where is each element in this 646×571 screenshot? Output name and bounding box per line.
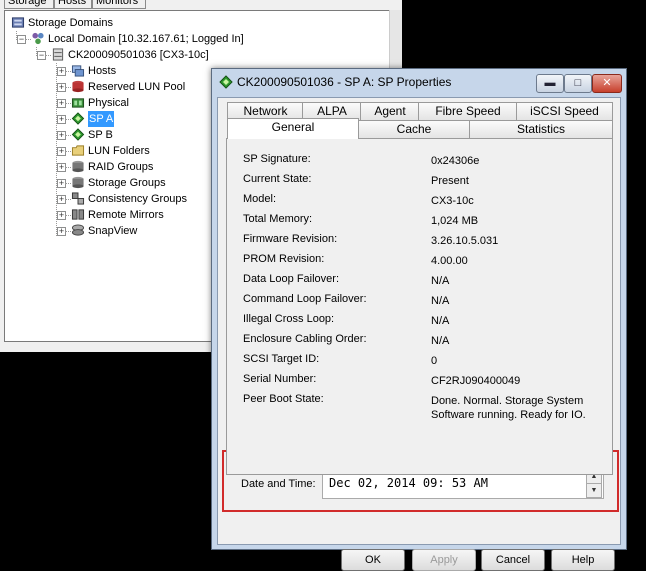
tree-item-label: Reserved LUN Pool [88,81,186,93]
tab-fibre-speed[interactable]: Fibre Speed [418,102,518,120]
property-label: Total Memory: [243,213,313,225]
sp-properties-dialog: CK200090501036 - SP A: SP Properties ▬ □… [211,68,627,571]
ok-button[interactable]: OK [341,549,405,571]
cancel-button[interactable]: Cancel [481,549,545,571]
consistency-icon [71,192,85,205]
spin-down-button[interactable]: ▼ [586,483,602,498]
lun-pool-icon [72,80,84,93]
physical-icon [71,98,85,108]
apply-button[interactable]: Apply [412,549,476,571]
tree-item-label: Local Domain [10.32.167.61; Logged In] [48,33,244,45]
sp-diamond-icon [219,75,233,89]
tab-hosts[interactable]: Hosts [54,0,92,9]
property-label: Peer Boot State: [243,393,324,405]
property-value: 0x24306e [431,155,480,167]
disk-stack-icon [72,176,84,189]
tree-item-label: Remote Mirrors [88,209,164,221]
property-label: Enclosure Cabling Order: [243,333,367,345]
property-value: 3.26.10.5.031 [431,235,499,247]
tree-item-label: LUN Folders [88,145,150,157]
minimize-icon: ▬ [544,77,556,89]
tree-item-label: Physical [88,97,129,109]
dialog-titlebar[interactable]: CK200090501036 - SP A: SP Properties ▬ □… [212,69,626,97]
property-label: Current State: [243,173,312,185]
tree-item-label: CK200090501036 [CX3-10c] [68,49,209,61]
spin-down-icon: ▼ [590,487,598,494]
tab-statistics[interactable]: Statistics [469,120,613,138]
property-label: Data Loop Failover: [243,273,339,285]
property-value: N/A [431,275,450,287]
tab-monitors[interactable]: Monitors [92,0,146,9]
property-value: Done. Normal. Storage System Software ru… [431,395,586,421]
minimize-button[interactable]: ▬ [536,74,564,93]
hosts-icon [71,65,85,77]
property-label: Command Loop Failover: [243,293,367,305]
storage-system-icon [52,48,64,61]
disk-stack-icon [72,160,84,173]
property-value: 4.00.00 [431,255,468,267]
mirror-icon [71,209,85,220]
tree-item-label: SP A [88,111,115,127]
folder-icon [71,145,85,156]
tree-item-label: SP B [88,129,113,141]
property-label: Model: [243,193,277,205]
tree-item-label: Storage Domains [28,17,113,29]
datetime-label: Date and Time: [241,478,316,490]
tab-general[interactable]: General [227,118,359,139]
tab-iscsi-speed[interactable]: iSCSI Speed [516,102,613,120]
help-button[interactable]: Help [551,549,615,571]
tree-item-label: Consistency Groups [88,193,188,205]
property-label: SCSI Target ID: [243,353,320,365]
property-label: Serial Number: [243,373,317,385]
property-label: PROM Revision: [243,253,325,265]
property-value: 0 [431,355,438,367]
property-value: N/A [431,335,450,347]
close-button[interactable]: ✕ [592,74,622,93]
maximize-button[interactable]: □ [564,74,592,93]
tab-storage[interactable]: Storage [4,0,54,9]
property-value: Present [431,175,469,187]
general-tab-page: SP Signature: 0x24306e Current State: Prese… [226,138,613,475]
close-icon: ✕ [602,77,612,89]
property-value: 1,024 MB [431,215,479,227]
property-label: Illegal Cross Loop: [243,313,335,325]
tree-item-label: RAID Groups [88,161,154,173]
property-value: N/A [431,295,450,307]
property-label: SP Signature: [243,153,311,165]
tree-item-label: SnapView [88,225,138,237]
property-label: Firmware Revision: [243,233,338,245]
dialog-title: CK200090501036 - SP A: SP Properties [237,75,452,89]
snapview-icon [71,224,85,236]
property-value: CF2RJ090400049 [431,375,521,387]
tab-agent[interactable]: Agent [360,102,420,120]
storage-domains-icon [11,17,25,28]
tree-item-label: Storage Groups [88,177,166,189]
sp-icon [71,128,85,141]
property-value: CX3-10c [431,195,474,207]
dialog-client: Network ALPA Agent Fibre Speed iSCSI Spe… [217,97,621,571]
property-value: N/A [431,315,450,327]
tree-item-label: Hosts [88,65,117,77]
local-domain-icon [32,32,44,45]
tab-cache[interactable]: Cache [357,120,471,138]
maximize-icon: □ [574,77,582,89]
sp-icon [71,112,85,125]
datetime-value[interactable]: Dec 02, 2014 09: 53 AM [329,476,488,490]
